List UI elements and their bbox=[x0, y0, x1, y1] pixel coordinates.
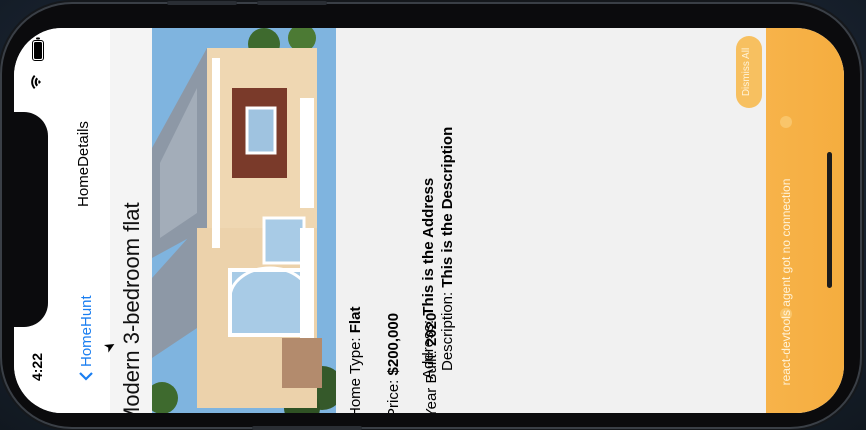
screen: 4:22 HomeHunt HomeDetails Modern 3-bedro… bbox=[14, 28, 844, 413]
house-image bbox=[152, 28, 336, 413]
power-button bbox=[252, 426, 362, 430]
home-type-value: Flat bbox=[347, 306, 364, 334]
home-description: Description: This is the Description bbox=[439, 57, 459, 371]
devtools-warning-bar: react-devtools agent got no connection bbox=[766, 28, 844, 413]
devtools-dot-icon bbox=[780, 116, 792, 128]
home-type: Home Type: Flat bbox=[347, 238, 367, 413]
notch bbox=[14, 112, 48, 327]
title-area: Modern 3-bedroom flat bbox=[110, 28, 156, 413]
home-indicator[interactable] bbox=[827, 152, 832, 288]
dismiss-all-label: Dismiss All bbox=[741, 47, 752, 97]
status-time: 4:22 bbox=[29, 352, 45, 382]
home-price-value: $200,000 bbox=[385, 312, 402, 376]
home-address: Address: This is the Address bbox=[420, 139, 440, 379]
home-description-value: This is the Description bbox=[439, 126, 456, 288]
navigation-bar: HomeHunt HomeDetails bbox=[62, 28, 110, 413]
wifi-icon bbox=[30, 72, 46, 92]
volume-button-2 bbox=[257, 1, 327, 5]
home-price: Price: $200,000 bbox=[385, 238, 405, 413]
page-title: Modern 3-bedroom flat bbox=[119, 202, 144, 413]
home-details: Home Type: Flat Price: $200,000 Year Bui… bbox=[336, 28, 766, 413]
back-button-label: HomeHunt bbox=[77, 295, 95, 367]
volume-button bbox=[167, 1, 237, 5]
home-description-label: Description: bbox=[439, 287, 456, 371]
home-address-label: Address: bbox=[420, 315, 437, 379]
chevron-left-icon bbox=[79, 371, 93, 381]
devtools-message: react-devtools agent got no connection bbox=[779, 178, 793, 386]
battery-icon bbox=[31, 37, 45, 61]
home-price-label: Price: bbox=[385, 375, 402, 413]
home-address-value: This is the Address bbox=[420, 177, 437, 316]
phone-frame: 4:22 HomeHunt HomeDetails Modern 3-bedro… bbox=[2, 1, 860, 430]
dismiss-all-button[interactable]: Dismiss All bbox=[736, 36, 762, 108]
back-button[interactable]: HomeHunt bbox=[75, 269, 97, 381]
home-type-label: Home Type: bbox=[347, 333, 364, 413]
nav-title: HomeDetails bbox=[75, 121, 92, 207]
